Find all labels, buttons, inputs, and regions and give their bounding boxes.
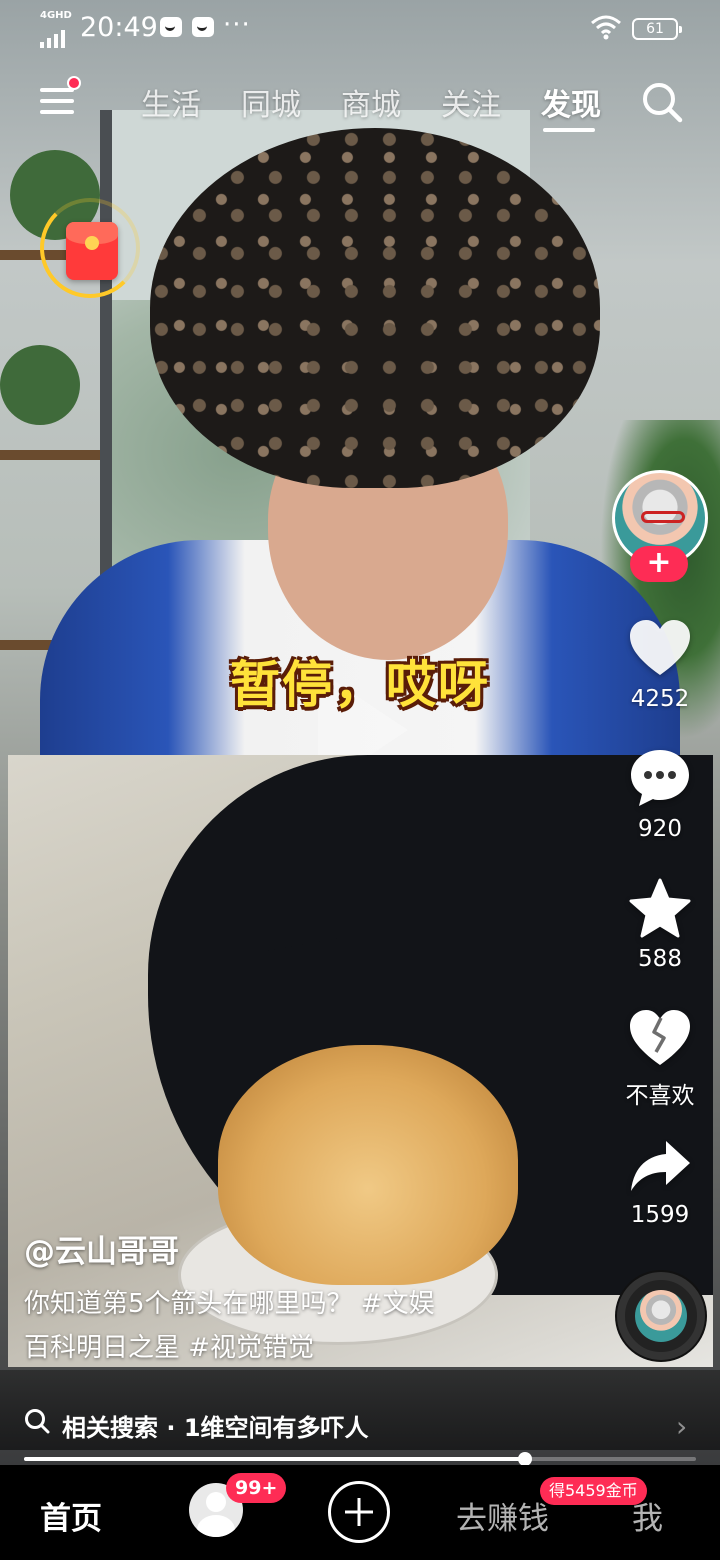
orange-cat xyxy=(218,1045,518,1285)
bottom-tab-bar: 首页 99+ 去赚钱 得5459金币 我 xyxy=(0,1465,720,1560)
red-packet-icon xyxy=(66,222,118,280)
comment-icon xyxy=(631,750,689,806)
tab-me[interactable]: 我 xyxy=(632,1493,663,1538)
tab-life[interactable]: 生活 xyxy=(141,80,201,124)
favorite-count: 588 xyxy=(638,946,682,972)
share-button[interactable]: 1599 xyxy=(614,1138,706,1228)
share-arrow-icon xyxy=(631,1141,690,1191)
follow-button[interactable]: + xyxy=(630,546,688,582)
video-feed-screen: 暂停，哎呀 4GHD 20:49 ··· 61 生活 同城 商城 关注 发现 +… xyxy=(0,0,720,1560)
wifi-icon xyxy=(591,15,621,40)
related-search-bar[interactable]: 相关搜索 · 1维空间有多吓人 › xyxy=(0,1370,720,1450)
signal-icon: 4GHD xyxy=(40,10,72,48)
music-disc[interactable] xyxy=(617,1272,705,1360)
description-line: 百科明日之星 #视觉错觉 xyxy=(24,1333,315,1363)
comment-count: 920 xyxy=(638,816,682,842)
search-icon xyxy=(25,1409,50,1434)
tab-discover[interactable]: 发现 xyxy=(541,80,601,124)
top-navigation: 生活 同城 商城 关注 发现 xyxy=(0,66,720,136)
tab-following[interactable]: 关注 xyxy=(441,80,501,124)
tab-earn[interactable]: 去赚钱 xyxy=(456,1493,549,1538)
broken-heart-icon xyxy=(630,1010,690,1065)
active-tab-indicator xyxy=(543,128,595,132)
avatar-glasses xyxy=(641,511,685,523)
tab-mall[interactable]: 商城 xyxy=(341,80,401,124)
dislike-button[interactable]: 不喜欢 xyxy=(614,1008,706,1110)
chevron-right-icon: › xyxy=(676,1410,688,1443)
notification-icon xyxy=(160,17,182,37)
notification-icon xyxy=(192,17,214,37)
comment-button[interactable]: 920 xyxy=(614,748,706,842)
coin-badge: 得5459金币 xyxy=(540,1477,647,1505)
video-description: 你知道第5个箭头在哪里吗？ #文娱 百科明日之星 #视觉错觉 xyxy=(24,1282,544,1370)
heart-icon xyxy=(630,620,690,675)
black-cat-ear xyxy=(248,848,344,952)
background-shelf xyxy=(0,450,100,460)
star-icon xyxy=(629,878,691,938)
tab-local[interactable]: 同城 xyxy=(241,80,301,124)
related-search-label: 相关搜索 · 1维空间有多吓人 xyxy=(62,1414,369,1442)
progress-fill xyxy=(24,1457,525,1461)
dislike-label: 不喜欢 xyxy=(625,1083,695,1109)
video-progress-bar[interactable] xyxy=(24,1452,696,1466)
progress-thumb[interactable] xyxy=(517,1452,532,1466)
like-button[interactable]: 4252 xyxy=(614,618,706,712)
video-caption-overlay: 暂停，哎呀 xyxy=(230,656,490,714)
share-count: 1599 xyxy=(630,1202,690,1228)
friends-badge: 99+ xyxy=(226,1473,287,1503)
status-bar: 4GHD 20:49 ··· 61 xyxy=(0,0,720,56)
more-notifications-icon: ··· xyxy=(223,10,251,40)
create-button[interactable] xyxy=(328,1481,390,1543)
description-line: 你知道第5个箭头在哪里吗？ #文娱 xyxy=(24,1289,435,1319)
menu-notification-dot xyxy=(67,76,81,90)
red-packet-reward-button[interactable] xyxy=(40,198,140,298)
author-name[interactable]: @云山哥哥 xyxy=(24,1226,179,1271)
search-icon[interactable] xyxy=(640,80,684,124)
clock-time: 20:49 xyxy=(80,12,158,43)
battery-icon: 61 xyxy=(632,18,682,40)
music-cover-avatar xyxy=(635,1290,687,1342)
inset-cat-video xyxy=(8,755,713,1367)
favorite-button[interactable]: 588 xyxy=(614,878,706,972)
tab-home[interactable]: 首页 xyxy=(40,1493,102,1538)
background-plant xyxy=(0,345,80,425)
network-type: 4GHD xyxy=(40,10,72,21)
like-count: 4252 xyxy=(630,686,690,712)
person-curly-wig xyxy=(150,128,600,488)
